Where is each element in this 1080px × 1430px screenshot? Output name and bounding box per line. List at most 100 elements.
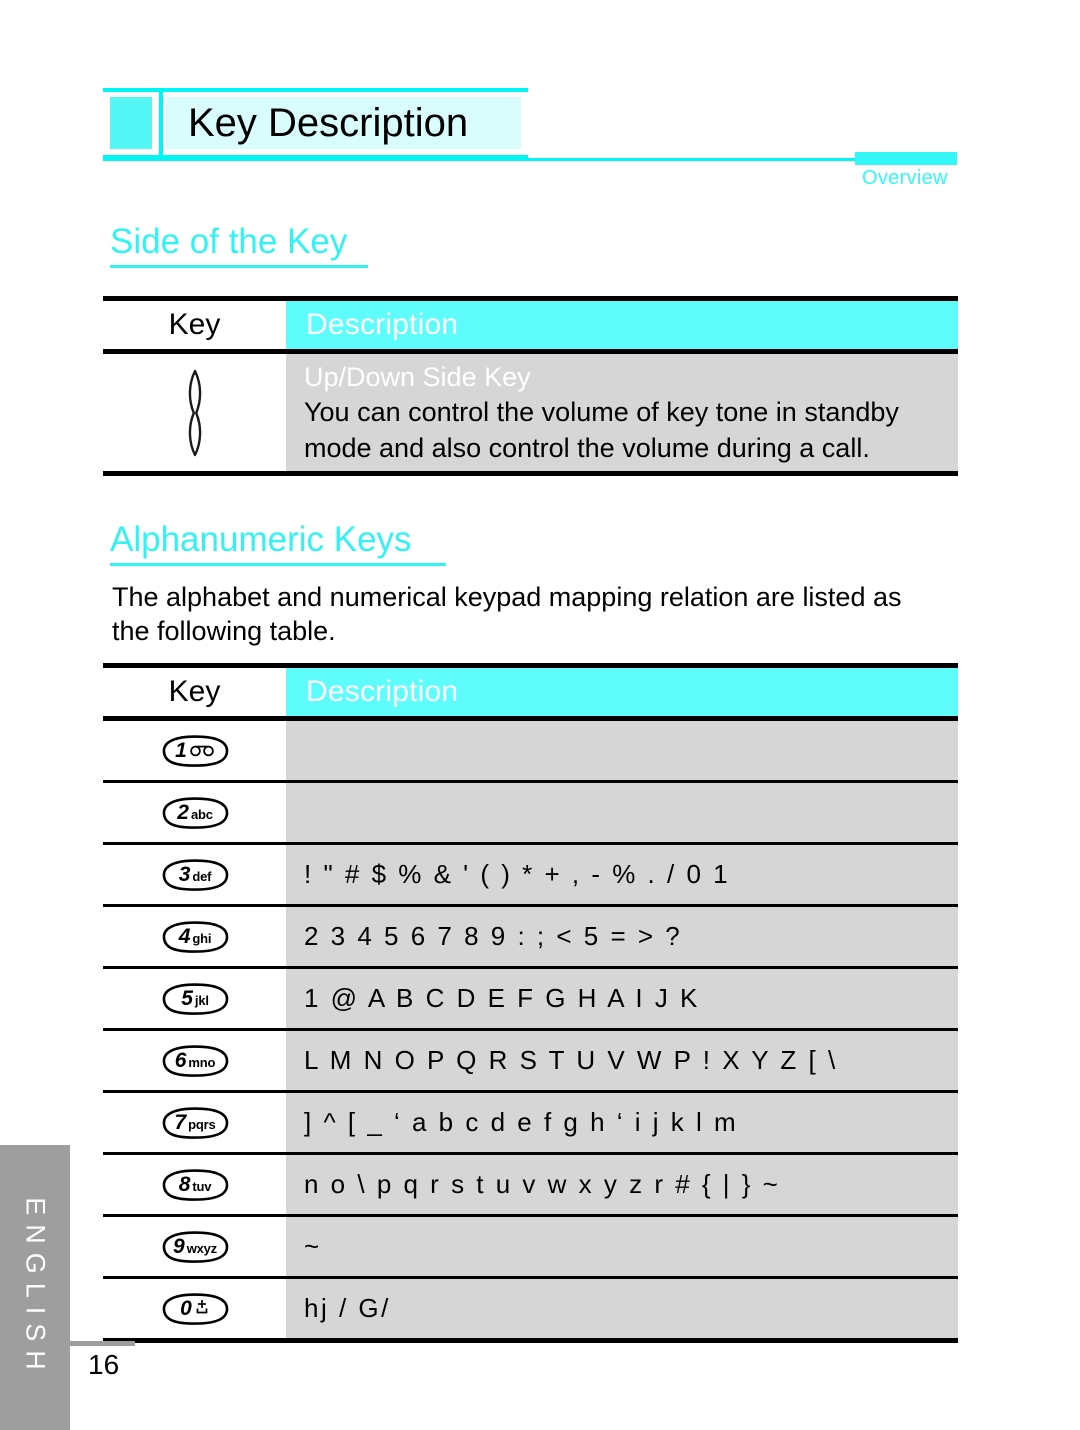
key-number: 6 xyxy=(174,1049,187,1072)
table-row: 8 tuv n o \ p q r s t u v w x y z r # { | … xyxy=(103,1155,958,1214)
intro-paragraph: The alphabet and numerical keypad mappin… xyxy=(112,582,902,646)
table-header-cell-description: Description xyxy=(286,668,958,716)
banner-divider xyxy=(159,92,163,155)
key-letters: tuv xyxy=(192,1179,212,1194)
key-glyph-group: 7 pqrs xyxy=(173,1112,215,1133)
table-cell-key: 3 def xyxy=(103,845,286,904)
keypad-key-8-icon: 8 tuv xyxy=(159,1168,231,1202)
keypad-key-9-icon: 9 wxyz xyxy=(159,1230,231,1264)
table-cell-description: n o \ p q r s t u v w x y z r # { | } ~ xyxy=(286,1155,958,1214)
key-number: 8 xyxy=(178,1173,191,1196)
side-key-subtitle: Up/Down Side Key xyxy=(304,361,531,392)
table-row: 4 ghi 2 3 4 5 6 7 8 9 : ; < 5 = > ? xyxy=(103,907,958,966)
table-header-row: Key Description xyxy=(103,668,958,716)
section-heading-underline xyxy=(110,563,446,566)
section-heading-alphanumeric-keys-text: Alphanumeric Keys xyxy=(110,520,412,559)
table-cell-description: ! " # $ % & ' ( ) * + , - % . / 0 1 xyxy=(286,845,958,904)
key-letters: ghi xyxy=(192,931,212,946)
key-glyph-group: 2 abc xyxy=(176,802,213,823)
table-header-cell-key: Key xyxy=(103,668,286,716)
table-bottom-rule xyxy=(103,471,958,476)
table-side-of-the-key: Key Description Up/Down Side Key You can… xyxy=(103,296,958,476)
key-number: 2 xyxy=(177,801,189,824)
section-heading-side-of-the-key-text: Side of the Key xyxy=(110,222,348,261)
key-number: 9 xyxy=(173,1235,185,1258)
table-row: 6 mno L M N O P Q R S T U V W P ! X Y Z [ … xyxy=(103,1031,958,1090)
key-glyph-group: 0 xyxy=(179,1298,210,1320)
key-number: 5 xyxy=(181,987,193,1010)
table-cell-key: 9 wxyz xyxy=(103,1217,286,1276)
chapter-tab-bar xyxy=(855,152,957,165)
table-cell-description: 2 3 4 5 6 7 8 9 : ; < 5 = > ? xyxy=(286,907,958,966)
key-glyph-group: 9 wxyz xyxy=(172,1236,217,1257)
key-mapping-text: hj / G/ xyxy=(304,1293,391,1323)
table-cell-key: 7 pqrs xyxy=(103,1093,286,1152)
table-cell-key xyxy=(103,354,286,471)
key-glyph-group: 1 xyxy=(174,740,215,762)
table-cell-description: ~ xyxy=(286,1217,958,1276)
table-cell-key: 8 tuv xyxy=(103,1155,286,1214)
table-cell-key: 0 xyxy=(103,1279,286,1338)
keypad-key-2-icon: 2 abc xyxy=(159,796,231,830)
key-number: 0 xyxy=(180,1296,192,1320)
side-key-icon xyxy=(188,369,201,456)
key-mapping-text: ~ xyxy=(304,1231,322,1261)
table-header-description-label: Description xyxy=(306,675,459,708)
table-body: 1 2 abc 3 def ! " # $ % & ' ( ) * + , - % . /… xyxy=(103,721,958,1338)
table-header-cell-description: Description xyxy=(286,301,958,349)
page-title: Key Description xyxy=(188,101,469,145)
key-number: 4 xyxy=(178,925,191,948)
key-mapping-text: L M N O P Q R S T U V W P ! X Y Z [ \ xyxy=(304,1045,838,1075)
table-cell-description: hj / G/ xyxy=(286,1279,958,1338)
table-cell-key: 2 abc xyxy=(103,783,286,842)
plus-underline-icon xyxy=(194,1299,210,1320)
header-horizontal-rule xyxy=(103,158,855,161)
table-row: Up/Down Side Key You can control the vol… xyxy=(103,354,958,471)
table-header-row: Key Description xyxy=(103,301,958,349)
key-letters: wxyz xyxy=(186,1241,217,1256)
table-cell-key: 6 mno xyxy=(103,1031,286,1090)
table-cell-key: 1 xyxy=(103,721,286,780)
table-cell-key: 4 ghi xyxy=(103,907,286,966)
table-cell-description xyxy=(286,721,958,780)
key-number: 1 xyxy=(175,738,187,762)
table-cell-description: ] ^ [ _ ‘ a b c d e f g h ‘ i j k l m xyxy=(286,1093,958,1152)
key-mapping-text: ! " # $ % & ' ( ) * + , - % . / 0 1 xyxy=(304,859,731,889)
key-glyph-group: 4 ghi xyxy=(178,926,212,947)
document-page: Key Description Overview Side of the Key… xyxy=(0,0,1080,1430)
table-row: 2 abc xyxy=(103,783,958,842)
keypad-key-7-icon: 7 pqrs xyxy=(159,1106,231,1140)
key-letters: def xyxy=(192,869,212,884)
section-heading-underline xyxy=(110,265,368,268)
table-cell-description xyxy=(286,783,958,842)
page-number-rule xyxy=(70,1341,135,1346)
banner-top-rule xyxy=(103,88,528,92)
table-alphanumeric-keys: Key Description 1 2 abc 3 def ! " # $ % & ' (… xyxy=(103,663,958,1343)
keypad-key-6-icon: 6 mno xyxy=(159,1044,231,1078)
key-mapping-text: 1 @ A B C D E F G H A I J K xyxy=(304,983,700,1013)
key-letters: abc xyxy=(190,807,213,822)
page-number: 16 xyxy=(88,1349,120,1380)
key-letters: mno xyxy=(188,1055,216,1070)
table-cell-description: Up/Down Side Key You can control the vol… xyxy=(286,354,958,471)
key-letters: jkl xyxy=(194,993,209,1008)
keypad-key-3-icon: 3 def xyxy=(159,858,231,892)
table-cell-description: L M N O P Q R S T U V W P ! X Y Z [ \ xyxy=(286,1031,958,1090)
key-number: 3 xyxy=(178,863,191,886)
page-title-banner: Key Description xyxy=(103,88,528,160)
table-row: 1 xyxy=(103,721,958,780)
key-glyph-group: 5 jkl xyxy=(180,988,209,1009)
chapter-tab-label: Overview xyxy=(862,167,948,189)
key-glyph-group: 8 tuv xyxy=(178,1174,212,1195)
side-key-text-line-2: mode and also control the volume during … xyxy=(304,432,870,463)
keypad-key-1-icon: 1 xyxy=(159,734,231,768)
banner-accent-square xyxy=(110,97,152,149)
keypad-key-5-icon: 5 jkl xyxy=(159,982,231,1016)
keypad-key-0-icon: 0 xyxy=(159,1292,231,1326)
table-cell-description: 1 @ A B C D E F G H A I J K xyxy=(286,969,958,1028)
key-glyph-group: 3 def xyxy=(178,864,212,885)
table-header-description-label: Description xyxy=(306,308,459,341)
key-number: 7 xyxy=(174,1111,187,1134)
key-letters: pqrs xyxy=(188,1117,216,1132)
table-row: 9 wxyz ~ xyxy=(103,1217,958,1276)
